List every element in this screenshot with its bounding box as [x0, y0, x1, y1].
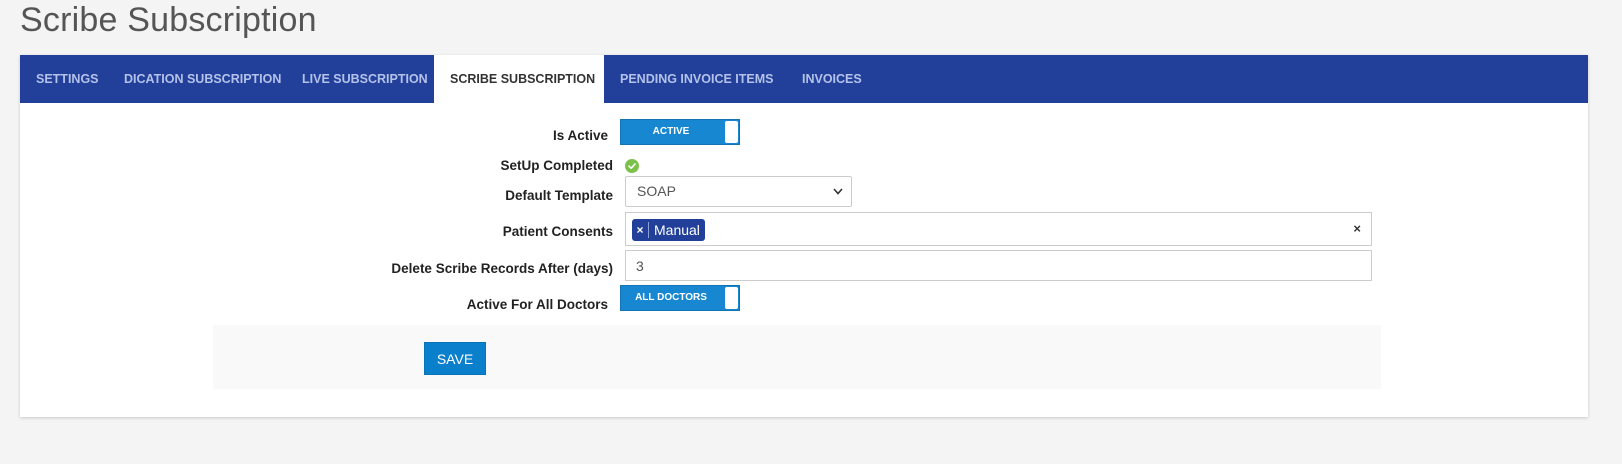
page-title: Scribe Subscription: [20, 1, 317, 39]
save-button[interactable]: SAVE: [424, 342, 486, 375]
is-active-label: Is Active: [552, 128, 608, 143]
tab-bar: SETTINGS DICATION SUBSCRIPTION LIVE SUBS…: [20, 55, 1588, 103]
chevron-down-icon: [833, 188, 843, 195]
is-active-toggle-text: ACTIVE: [652, 126, 690, 137]
toggle-knob: [725, 287, 738, 309]
tab-settings[interactable]: SETTINGS: [20, 55, 115, 103]
active-all-doctors-toggle-text: ALL DOCTORS: [635, 292, 707, 303]
setup-completed-label: SetUp Completed: [500, 158, 613, 173]
tab-scribe-subscription[interactable]: SCRIBE SUBSCRIPTION: [434, 55, 604, 103]
delete-after-input[interactable]: [625, 250, 1372, 281]
subscription-card: SETTINGS DICATION SUBSCRIPTION LIVE SUBS…: [20, 55, 1588, 417]
form-footer: SAVE: [213, 325, 1381, 389]
toggle-knob: [725, 121, 738, 143]
tab-pending-invoice-items[interactable]: PENDING INVOICE ITEMS: [604, 55, 790, 103]
tab-live-subscription[interactable]: LIVE SUBSCRIPTION: [286, 55, 444, 103]
active-all-doctors-toggle[interactable]: ALL DOCTORS: [620, 285, 740, 311]
patient-consents-multiselect[interactable]: × Manual ×: [625, 212, 1372, 246]
is-active-toggle[interactable]: ACTIVE: [620, 119, 740, 145]
tab-dication-subscription[interactable]: DICATION SUBSCRIPTION: [108, 55, 297, 103]
tab-invoices[interactable]: INVOICES: [786, 55, 878, 103]
clear-all-icon[interactable]: ×: [1353, 221, 1361, 236]
default-template-select[interactable]: SOAP: [625, 176, 852, 207]
chip-label: Manual: [654, 222, 700, 238]
default-template-value: SOAP: [637, 183, 676, 199]
delete-after-label: Delete Scribe Records After (days): [391, 261, 613, 276]
default-template-label: Default Template: [505, 188, 613, 203]
check-circle-icon: [625, 159, 639, 173]
chip-remove-icon[interactable]: ×: [632, 222, 649, 238]
active-all-doctors-label: Active For All Doctors: [466, 297, 608, 312]
consent-chip-manual: × Manual: [632, 219, 705, 241]
patient-consents-label: Patient Consents: [502, 224, 613, 239]
